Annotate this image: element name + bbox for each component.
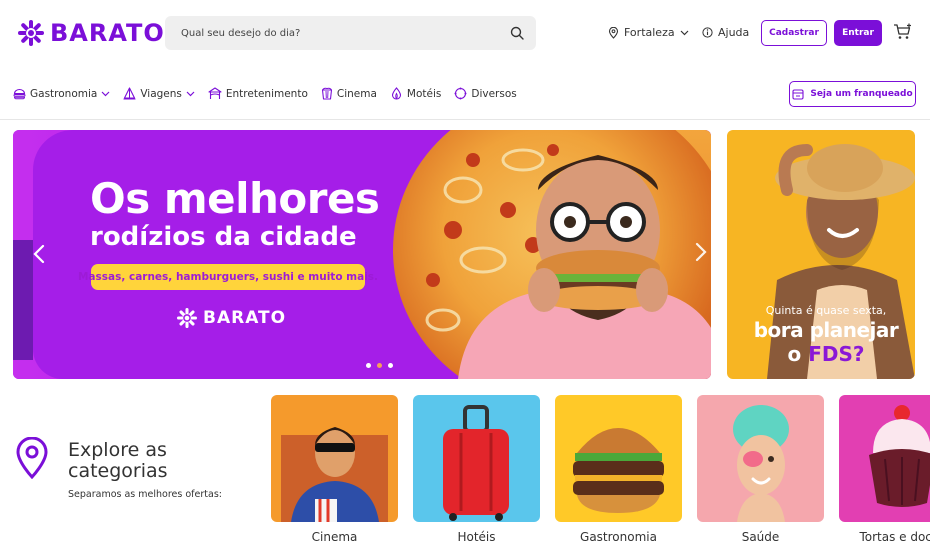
- cinema-category-image: [271, 395, 398, 522]
- location-pin-icon: [608, 26, 619, 39]
- category-card-tortas-doces[interactable]: Tortas e doces: [839, 395, 930, 544]
- hotels-category-image: [413, 395, 540, 522]
- banner-logo: BARATO: [177, 308, 286, 328]
- location-pin-icon: [16, 437, 48, 479]
- nav-item-label: Diversos: [471, 87, 517, 100]
- explore-title: Explore as categorias: [68, 439, 168, 482]
- logo-text: BARATO: [50, 19, 165, 47]
- banner-logo-text: BARATO: [203, 308, 287, 328]
- nav-item-label: Motéis: [406, 87, 442, 100]
- health-category-image: [697, 395, 824, 522]
- cinema-icon: [321, 87, 332, 100]
- promo-line2: bora planejar: [753, 318, 899, 342]
- nav-item-label: Entretenimento: [225, 87, 308, 100]
- travel-icon: [123, 87, 136, 100]
- nav-item-label: Cinema: [336, 87, 377, 100]
- gastronomy-category-image: [555, 395, 682, 522]
- entertainment-icon: [208, 87, 222, 99]
- nav-item-label: Viagens: [140, 87, 182, 100]
- franchise-button[interactable]: Seja um franqueado: [789, 81, 916, 107]
- sweets-category-image: [839, 395, 930, 522]
- chevron-down-icon: [186, 91, 195, 96]
- food-icon: [13, 88, 26, 99]
- chevron-down-icon: [680, 30, 689, 35]
- promo-line1: Quinta é quase sexta,: [765, 304, 887, 317]
- chevron-left-icon[interactable]: [33, 244, 45, 264]
- misc-icon: [454, 87, 467, 100]
- hero-carousel[interactable]: Os melhores rodízios da cidade Massas, c…: [13, 130, 711, 379]
- category-nav: Gastronomia Viagens Entretenimento Cinem…: [0, 74, 930, 120]
- nav-item-diversos[interactable]: Diversos: [454, 87, 517, 100]
- category-label: Cinema: [311, 530, 358, 544]
- help-label: Ajuda: [718, 26, 750, 39]
- store-icon: [792, 88, 804, 100]
- search-icon[interactable]: [510, 26, 524, 40]
- info-icon: [702, 27, 713, 38]
- search-bar[interactable]: [165, 16, 536, 50]
- search-input[interactable]: [181, 27, 510, 39]
- barato-logo-icon: [177, 308, 197, 328]
- category-label: Gastronomia: [580, 530, 657, 544]
- category-card-cinema[interactable]: Cinema: [271, 395, 398, 544]
- motel-icon: [391, 87, 401, 100]
- carousel-dot[interactable]: [388, 363, 393, 368]
- category-card-hoteis[interactable]: Hotéis: [413, 395, 540, 544]
- nav-item-viagens[interactable]: Viagens: [123, 87, 195, 100]
- city-label: Fortaleza: [624, 26, 675, 39]
- chevron-down-icon: [101, 91, 110, 96]
- logo[interactable]: BARATO: [18, 19, 165, 47]
- franchise-label: Seja um franqueado: [810, 89, 913, 99]
- category-label: Hotéis: [457, 530, 496, 544]
- carousel-dots: [366, 363, 393, 368]
- banner-decoration: [13, 240, 33, 360]
- promo-line3: o FDS?: [741, 342, 911, 366]
- cart-add-icon[interactable]: [893, 23, 913, 41]
- promo-line3-prefix: o: [787, 342, 809, 366]
- category-card-saude[interactable]: Saúde: [697, 395, 824, 544]
- banner-tag: Massas, carnes, hamburguers, sushi e mui…: [78, 264, 378, 290]
- nav-item-moteis[interactable]: Motéis: [390, 87, 441, 100]
- category-carousel: Cinema Hotéis Gastronomia Saúde Tortas e…: [271, 395, 930, 555]
- banner-slide[interactable]: Os melhores rodízios da cidade Massas, c…: [33, 130, 711, 379]
- promo-line3-highlight: FDS?: [808, 342, 865, 366]
- login-button[interactable]: Entrar: [834, 20, 882, 46]
- nav-item-gastronomia[interactable]: Gastronomia: [13, 87, 110, 100]
- nav-item-entretenimento[interactable]: Entretenimento: [208, 87, 308, 100]
- category-label: Tortas e doces: [859, 530, 930, 544]
- category-card-gastronomia[interactable]: Gastronomia: [555, 395, 682, 544]
- barato-logo-icon: [18, 20, 44, 46]
- promo-banner[interactable]: Quinta é quase sexta, bora planejar o FD…: [727, 130, 915, 379]
- carousel-dot[interactable]: [366, 363, 371, 368]
- city-selector[interactable]: Fortaleza: [608, 26, 689, 39]
- nav-item-cinema[interactable]: Cinema: [321, 87, 377, 100]
- help-link[interactable]: Ajuda: [702, 26, 749, 39]
- banner-subheadline: rodízios da cidade: [90, 222, 357, 252]
- signup-button[interactable]: Cadastrar: [761, 20, 827, 46]
- category-label: Saúde: [741, 530, 780, 544]
- carousel-dot-active[interactable]: [377, 363, 382, 368]
- chevron-right-icon[interactable]: [695, 242, 707, 262]
- banner-headline: Os melhores: [90, 174, 380, 223]
- nav-item-label: Gastronomia: [30, 87, 98, 100]
- header: BARATO Fortaleza Ajuda Cadastrar Entrar: [0, 0, 930, 66]
- explore-subtitle: Separamos as melhores ofertas:: [68, 489, 222, 500]
- man-eating-burger-image: [458, 155, 711, 379]
